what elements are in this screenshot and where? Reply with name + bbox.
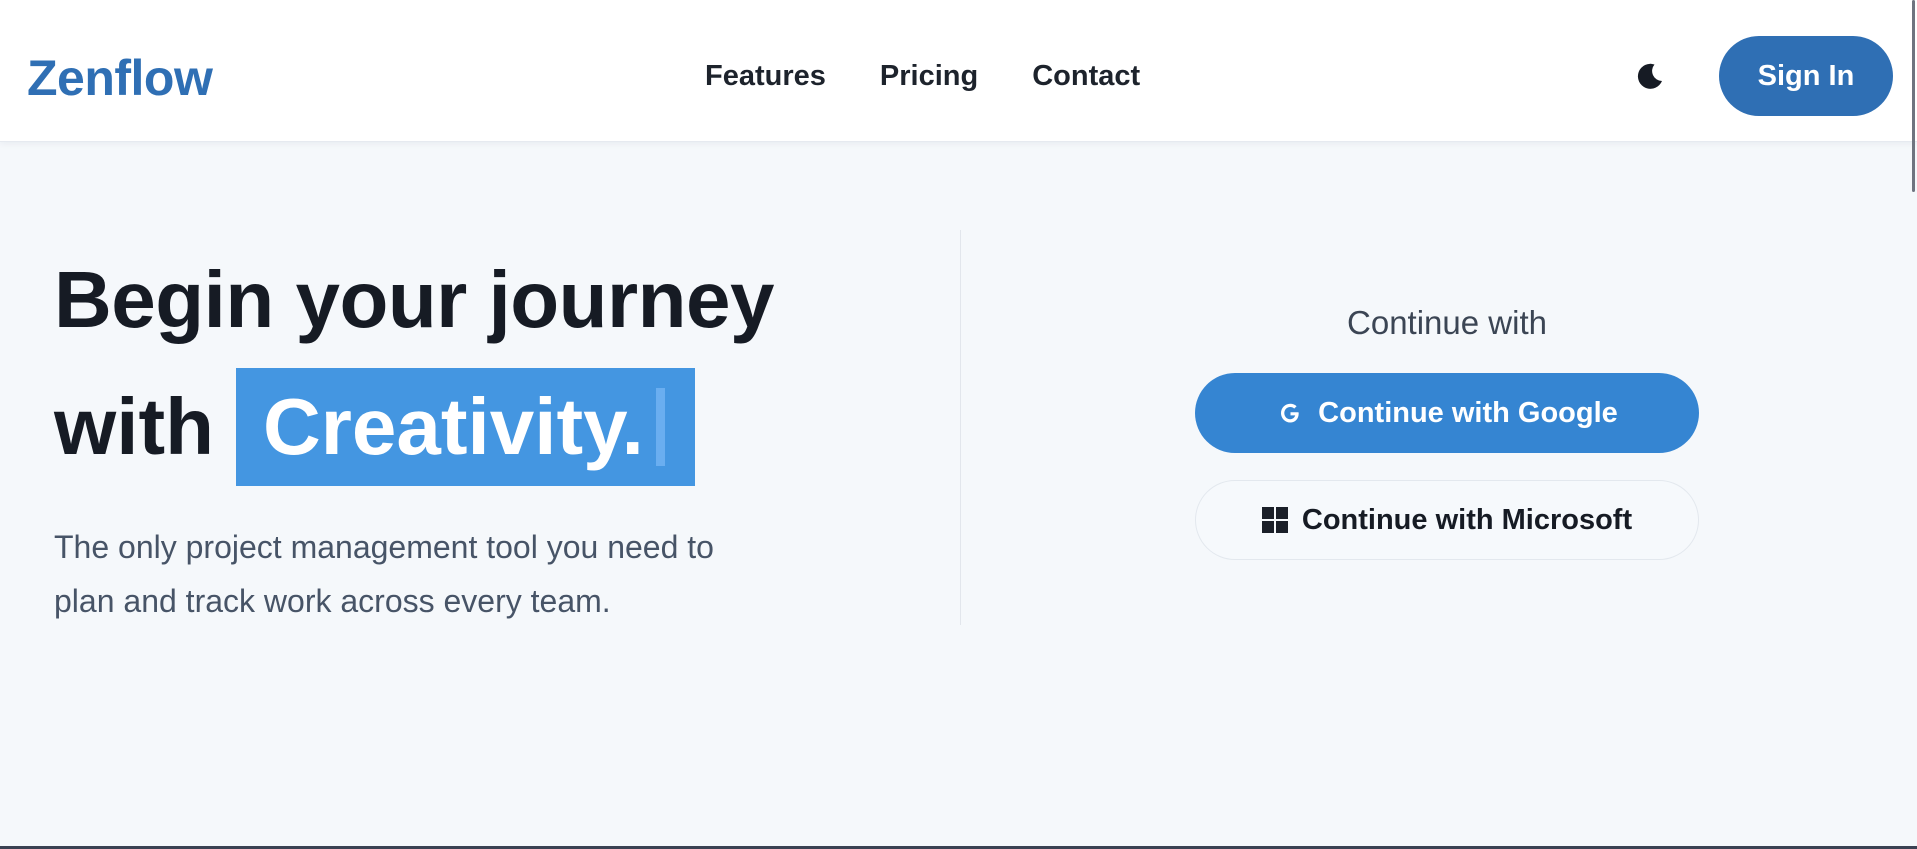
nav-link-pricing[interactable]: Pricing (880, 56, 978, 96)
microsoft-icon (1261, 507, 1288, 533)
google-icon (1281, 403, 1299, 423)
theme-toggle-button[interactable] (1634, 60, 1666, 92)
nav-link-contact[interactable]: Contact (1032, 56, 1140, 96)
hero-title: Begin your journey (54, 255, 774, 344)
hero-title-line2: with Creativity. (54, 368, 695, 486)
top-navbar: Zenflow Features Pricing Contact Sign In (0, 0, 1917, 142)
highlight-box: Creativity. (235, 368, 695, 486)
vertical-divider (960, 230, 961, 625)
microsoft-button-label: Continue with Microsoft (1301, 503, 1633, 536)
sign-in-button[interactable]: Sign In (1719, 36, 1893, 116)
logo[interactable]: Zenflow (27, 46, 213, 110)
scrollbar-thumb[interactable] (1912, 0, 1915, 192)
continue-with-google-button[interactable]: Continue with Google (1195, 373, 1699, 453)
google-button-label: Continue with Google (1318, 396, 1618, 429)
hero-subtitle: The only project management tool you nee… (54, 529, 714, 619)
moon-icon (1637, 63, 1662, 89)
hero-title-with: with (54, 382, 214, 471)
nav-link-features[interactable]: Features (705, 56, 826, 96)
highlight-word: Creativity. (262, 382, 644, 471)
continue-with-label: Continue with (1347, 304, 1547, 341)
continue-with-microsoft-button[interactable]: Continue with Microsoft (1195, 480, 1699, 560)
typing-caret (655, 388, 665, 466)
main-nav: Features Pricing Contact (705, 56, 1140, 96)
